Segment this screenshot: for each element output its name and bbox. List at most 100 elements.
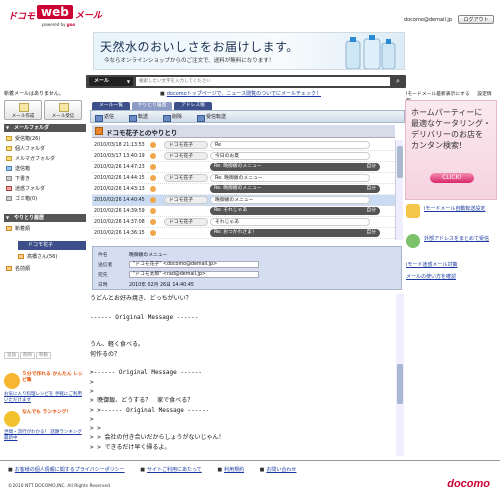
row-subject: それじゃあ	[210, 218, 370, 226]
row-subject: Re	[210, 141, 370, 149]
mail-help-link[interactable]: メールの使い方を確認	[406, 274, 494, 280]
list-scroll-thumb[interactable]	[397, 146, 403, 178]
mail-actions: メール作成 メール受信	[4, 100, 84, 120]
folder-drafts[interactable]: 下書き	[6, 174, 30, 182]
search-scope-select[interactable]: メール	[89, 77, 133, 86]
subject-value: 晩御飯のメニュー	[129, 253, 168, 258]
body-line: > > できるだけ早く帰るよ。	[90, 443, 171, 451]
receive-button[interactable]: メール受信	[44, 100, 82, 120]
sender-avatar-icon	[150, 175, 156, 181]
tab-address-book[interactable]: アドレス帳	[174, 102, 212, 110]
row-date: 2010/03/18 21:13:53	[94, 143, 145, 148]
contact-link[interactable]: お問い合わせ	[260, 467, 296, 473]
folder-trash[interactable]: ゴミ箱(0)	[6, 194, 37, 202]
message-row[interactable]: 2010/02/26 14:40:45 ドコモ花子 晩御飯のメニュー	[92, 195, 395, 206]
to-value[interactable]: "ドコモ太郎" <rad@demail.jp>	[129, 271, 259, 278]
row-subject-outgoing: Re: 晩御飯のメニュー 自分	[210, 163, 380, 171]
message-row[interactable]: 2010/03/17 13:40:19 ドコモ花子 今日のお夏	[92, 151, 395, 162]
new-mail-status: 新着メールはありません。	[4, 91, 64, 97]
row-sender: ドコモ花子	[164, 152, 208, 160]
forward-settings-icon	[406, 204, 420, 218]
promo-recipe[interactable]: ５分で作れる かんたん レシピ集 お気に入り料理レシピを 手軽にご利用いただけま…	[4, 372, 84, 403]
privacy-link[interactable]: お客様の個人情報に関するプライバシーポリシー	[8, 467, 125, 473]
row-sender: ドコモ花子	[164, 218, 208, 226]
message-row[interactable]: 2010/02/26 14:37:08 ドコモ花子 それじゃあ	[92, 217, 395, 228]
search-icon[interactable]: ⌕	[393, 77, 403, 86]
row-self-label: 自分	[366, 208, 376, 213]
message-row[interactable]: 2010/02/26 14:36:15 Re: おつかれさま！ 自分	[92, 228, 395, 239]
delete-button[interactable]: 削除	[20, 352, 35, 359]
catering-ad[interactable]: ホームパーティーに 最適なケータリング・ デリバリーのお店を カンタン検索! C…	[405, 100, 497, 200]
message-row[interactable]: 2010/02/26 14:39:59 Re: それじゃあ 自分	[92, 206, 395, 217]
body-line: >------ Original Message ------	[90, 369, 202, 377]
ad-banner[interactable]: 天然水のおいしさをお届けします。 今ならオンラインショップからのご注文で、送料が…	[93, 32, 405, 70]
docomo-logo[interactable]: docomo	[447, 478, 490, 490]
body-line: > > 会社の付き合いだからしょうがないじゃん！	[90, 434, 225, 442]
body-line: > 晩御飯、どうする？ 家で食べる？	[90, 397, 194, 405]
site-terms-link[interactable]: サイトご利用にあたって	[140, 467, 202, 473]
search-input[interactable]	[136, 77, 390, 86]
account-address: docomo@demail.jp	[403, 17, 452, 23]
row-subject-outgoing: Re: 晩御飯のメニュー 自分	[210, 185, 380, 193]
from-value[interactable]: "ドコモ花子" <docomo@demail.jp>	[129, 261, 259, 268]
sender-avatar-icon	[150, 153, 156, 159]
history-item-docomo-hanako[interactable]: ドコモ花子	[18, 241, 86, 250]
sender-avatar-icon	[150, 186, 156, 192]
receive-icon	[59, 103, 69, 112]
add-button[interactable]: 追加	[4, 352, 19, 359]
list-scrollbar[interactable]	[395, 140, 403, 240]
row-self-label: 自分	[366, 186, 376, 191]
history-item-takahashi[interactable]: 高橋さん(56)	[18, 252, 57, 260]
trash-icon	[6, 195, 12, 201]
row-subject: Re: 晩御飯のメニュー	[210, 174, 370, 182]
folder-icon	[6, 155, 12, 161]
ad-click-button[interactable]: CLICK!	[430, 173, 474, 183]
imode-display-link[interactable]: iモードメール差新表示にする	[406, 92, 470, 97]
folder-personal[interactable]: 個人フォルダ	[6, 144, 45, 152]
message-row[interactable]: 2010/02/26 14:44:15 ドコモ花子 Re: 晩御飯のメニュー	[92, 173, 395, 184]
move-button[interactable]: 移動	[36, 352, 51, 359]
history-sort-new[interactable]: 新着順	[6, 224, 30, 232]
reply-button[interactable]: 返信	[95, 113, 114, 122]
recipe-icon	[4, 373, 20, 389]
header: ドコモ web メール powered by goo docomo@demail…	[0, 0, 500, 28]
body-line: > >	[90, 425, 101, 433]
forward-button[interactable]: 転送	[129, 113, 148, 122]
promo-ranking[interactable]: なんでも ランキング！ 世間・流行がわかる！ 話題ランキング最新中	[4, 410, 84, 441]
date-label: 日時	[98, 283, 108, 288]
message-row[interactable]: 2010/02/26 14:43:13 Re: 晩御飯のメニュー 自分	[92, 184, 395, 195]
copyright: ©2010 NTT DOCOMO,INC. All Rights Reserve…	[8, 484, 112, 489]
receive-forward-button[interactable]: 受信転送	[197, 113, 226, 122]
body-line: > >------ Original Message ------	[90, 406, 210, 414]
notice-link[interactable]: docomoトップページで、ニュース閲覧のついでにメールチェック！	[160, 90, 321, 97]
external-receive-icon	[406, 234, 420, 248]
draft-icon	[6, 175, 12, 181]
sender-avatar-icon	[150, 164, 156, 170]
banner-subtext: 今ならオンラインショップからのご注文で、送料が無料になります！	[104, 58, 275, 64]
body-scroll-thumb[interactable]	[397, 364, 403, 404]
auto-forward-link[interactable]: iモードメール自動転送設定	[424, 206, 496, 212]
folder-sent[interactable]: 送信箱	[6, 164, 30, 172]
history-header[interactable]: やりとり履歴	[4, 214, 86, 222]
message-row[interactable]: 2010/02/26 14:47:23 Re: 晩御飯のメニュー 自分	[92, 162, 395, 173]
message-row[interactable]: 2010/03/18 21:13:53 ドコモ花子 Re	[92, 140, 395, 151]
sender-avatar-icon	[150, 230, 156, 236]
mail-folder-header[interactable]: メールフォルダ	[4, 124, 86, 132]
tab-history[interactable]: やりとり履歴	[132, 102, 172, 110]
folder-mailmag[interactable]: メルマガフォルダ	[6, 154, 55, 162]
terms-link[interactable]: 利用規約	[217, 467, 244, 473]
delete-mail-button[interactable]: 削除	[163, 113, 182, 122]
row-date: 2010/02/26 14:37:08	[94, 220, 145, 225]
folder-inbox[interactable]: 受信箱(26)	[6, 134, 40, 142]
row-self-label: 自分	[366, 230, 376, 235]
row-sender: ドコモ花子	[164, 196, 208, 204]
spam-settings-link[interactable]: iモード迷惑メール対策	[406, 262, 494, 268]
folder-spam[interactable]: 迷惑フォルダ	[6, 184, 45, 192]
external-receive-link[interactable]: 外部アドレスをまとめて受信	[424, 236, 496, 242]
compose-button[interactable]: メール作成	[4, 100, 42, 120]
body-scrollbar[interactable]	[396, 294, 404, 456]
history-sort-name[interactable]: 名前順	[6, 264, 30, 272]
row-subject: 晩御飯のメニュー	[210, 196, 370, 204]
tab-mail-list[interactable]: メール一覧	[92, 102, 130, 110]
logout-button[interactable]: ログアウト	[458, 15, 494, 24]
